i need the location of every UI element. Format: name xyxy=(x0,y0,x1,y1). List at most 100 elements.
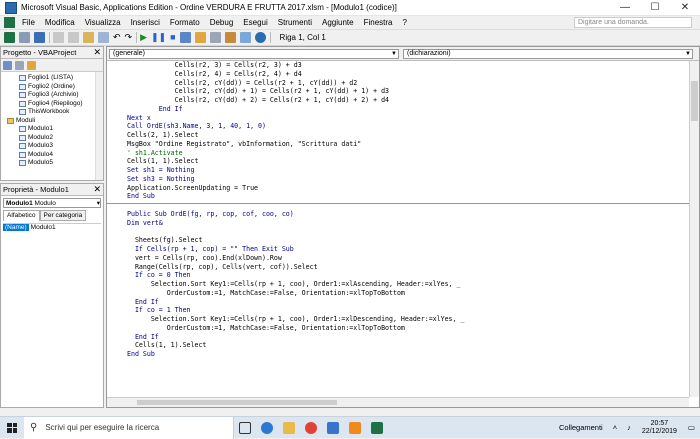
code-line[interactable]: Selection.Sort Key1:=Cells(rp + 1, coo),… xyxy=(107,280,689,289)
scroll-thumb[interactable] xyxy=(691,81,698,121)
tree-node[interactable]: ThisWorkbook xyxy=(1,108,103,117)
network-label[interactable]: Collegamenti xyxy=(554,423,608,432)
code-line[interactable]: ' sh1.Activate xyxy=(107,149,689,158)
object-browser-icon[interactable] xyxy=(224,32,236,43)
chevron-down-icon[interactable]: ▼ xyxy=(684,50,692,58)
close-icon[interactable]: ✕ xyxy=(93,184,101,195)
code-line[interactable] xyxy=(107,228,689,237)
chevron-down-icon[interactable]: ▾ xyxy=(97,199,100,207)
code-line[interactable]: Sheets(fg).Select xyxy=(107,236,689,245)
code-line[interactable]: OrderCustom:=1, MatchCase:=False, Orient… xyxy=(107,289,689,298)
toolbox-icon[interactable] xyxy=(239,32,251,43)
help-search-input[interactable]: Digitare una domanda. xyxy=(574,17,692,28)
menu-strumenti[interactable]: Strumenti xyxy=(273,18,317,27)
code-line[interactable]: End Sub xyxy=(107,350,689,359)
code-line[interactable]: Call OrdE(sh3.Name, 3, 1, 40, 1, 0) xyxy=(107,122,689,131)
chrome-icon[interactable] xyxy=(300,417,322,439)
code-line[interactable]: If co = 0 Then xyxy=(107,271,689,280)
chevron-up-icon[interactable]: ˄ xyxy=(608,423,622,432)
menu-aggiunte[interactable]: Aggiunte xyxy=(317,18,359,27)
code-line[interactable]: Selection.Sort Key1:=Cells(rp + 1, coo),… xyxy=(107,315,689,324)
minimize-button[interactable]: — xyxy=(610,0,640,16)
property-row[interactable]: (Name) Modulo1 xyxy=(3,223,101,231)
code-line[interactable]: Dim vert& xyxy=(107,219,689,228)
tree-node[interactable]: Foglio3 (Archivio) xyxy=(1,91,103,100)
start-button[interactable] xyxy=(0,417,24,439)
view-object-icon[interactable] xyxy=(15,60,24,70)
notifications-icon[interactable]: ▭ xyxy=(683,423,700,432)
cut-icon[interactable] xyxy=(53,32,64,43)
redo-icon[interactable]: ↷ xyxy=(125,32,133,43)
break-icon[interactable]: ❚❚ xyxy=(151,32,166,43)
menu-debug[interactable]: Debug xyxy=(205,18,239,27)
code-line[interactable]: Cells(r2, 3) = Cells(r2, 3) + d3 xyxy=(107,61,689,70)
code-line[interactable]: If Cells(rp + 1, cop) = "" Then Exit Sub xyxy=(107,245,689,254)
help-icon[interactable] xyxy=(254,32,266,43)
code-line[interactable]: Cells(r2, 4) = Cells(r2, 4) + d4 xyxy=(107,70,689,79)
property-value[interactable]: Modulo1 xyxy=(29,224,56,231)
view-code-icon[interactable] xyxy=(3,60,12,70)
code-line[interactable]: End Sub xyxy=(107,192,689,201)
code-line[interactable]: End If xyxy=(107,333,689,342)
tree-node[interactable]: Modulo4 xyxy=(1,151,103,160)
code-line[interactable]: Set sh3 = Nothing xyxy=(107,175,689,184)
code-line[interactable]: Next x xyxy=(107,114,689,123)
code-line[interactable]: Public Sub OrdE(fg, rp, cop, cof, coo, c… xyxy=(107,210,689,219)
menu-formato[interactable]: Formato xyxy=(165,18,205,27)
view-excel-icon[interactable] xyxy=(4,32,15,43)
paste-icon[interactable] xyxy=(83,32,94,43)
code-vertical-scrollbar[interactable] xyxy=(689,61,699,397)
taskbar-search-input[interactable]: ⚲ Scrivi qui per eseguire la ricerca xyxy=(24,416,234,439)
menu-esegui[interactable]: Esegui xyxy=(238,18,272,27)
code-line[interactable]: Cells(r2, cY(dd) + 2) = Cells(r2 + 1, cY… xyxy=(107,96,689,105)
volume-icon[interactable]: ♪ xyxy=(622,423,636,432)
toggle-folders-icon[interactable] xyxy=(27,60,36,70)
find-icon[interactable] xyxy=(98,32,109,43)
task-view-icon[interactable] xyxy=(234,417,256,439)
tree-node[interactable]: Modulo3 xyxy=(1,142,103,151)
code-line[interactable]: End If xyxy=(107,105,689,114)
properties-icon[interactable] xyxy=(209,32,221,43)
menu-visualizza[interactable]: Visualizza xyxy=(80,18,126,27)
code-editor[interactable]: Cells(r2, 3) = Cells(r2, 3) + d3 Cells(r… xyxy=(107,61,689,397)
code-line[interactable]: If co = 1 Then xyxy=(107,306,689,315)
undo-icon[interactable]: ↶ xyxy=(113,32,121,43)
tab-per-categoria[interactable]: Per categoria xyxy=(39,210,87,221)
menu-finestra[interactable]: Finestra xyxy=(359,18,398,27)
excel-taskbar-icon[interactable] xyxy=(366,417,388,439)
close-button[interactable]: ✕ xyxy=(670,0,700,16)
tree-node[interactable]: Modulo2 xyxy=(1,134,103,143)
menu-file[interactable]: File xyxy=(17,18,40,27)
code-line[interactable]: vert = Cells(rp, coo).End(xlDown).Row xyxy=(107,254,689,263)
code-line[interactable]: Cells(r2, cY(dd)) = Cells(r2 + 1, cY(dd)… xyxy=(107,79,689,88)
copy-icon[interactable] xyxy=(68,32,79,43)
code-line[interactable]: Cells(r2, cY(dd) + 1) = Cells(r2 + 1, cY… xyxy=(107,87,689,96)
code-line[interactable]: End If xyxy=(107,298,689,307)
code-horizontal-scrollbar[interactable] xyxy=(107,397,689,407)
file-explorer-icon[interactable] xyxy=(278,417,300,439)
tree-node[interactable]: Modulo1 xyxy=(1,125,103,134)
code-line[interactable]: Cells(1, 1).Select xyxy=(107,157,689,166)
vlc-icon[interactable] xyxy=(344,417,366,439)
code-line[interactable]: Set sh1 = Nothing xyxy=(107,166,689,175)
design-mode-icon[interactable] xyxy=(179,32,191,43)
run-icon[interactable]: ▶ xyxy=(140,32,147,43)
save-icon[interactable] xyxy=(34,32,45,43)
code-line[interactable]: Application.ScreenUpdating = True xyxy=(107,184,689,193)
tab-alfabetico[interactable]: Alfabetico xyxy=(3,210,40,221)
maximize-button[interactable]: ☐ xyxy=(640,0,670,16)
object-combo[interactable]: (generale) ▼ xyxy=(109,48,399,59)
close-icon[interactable]: ✕ xyxy=(93,47,101,58)
edge-icon[interactable] xyxy=(256,417,278,439)
store-icon[interactable] xyxy=(322,417,344,439)
menu-inserisci[interactable]: Inserisci xyxy=(126,18,165,27)
menu-modifica[interactable]: Modifica xyxy=(40,18,80,27)
scroll-thumb[interactable] xyxy=(137,400,337,405)
tree-node[interactable]: Moduli xyxy=(1,117,103,126)
reset-icon[interactable]: ■ xyxy=(170,32,175,43)
chevron-down-icon[interactable]: ▼ xyxy=(390,50,398,58)
insert-module-icon[interactable] xyxy=(19,32,30,43)
object-selector[interactable]: Modulo1 Modulo ▾ xyxy=(3,198,101,208)
menu-help[interactable]: ? xyxy=(397,18,411,27)
tree-vertical-scrollbar[interactable] xyxy=(95,72,103,180)
